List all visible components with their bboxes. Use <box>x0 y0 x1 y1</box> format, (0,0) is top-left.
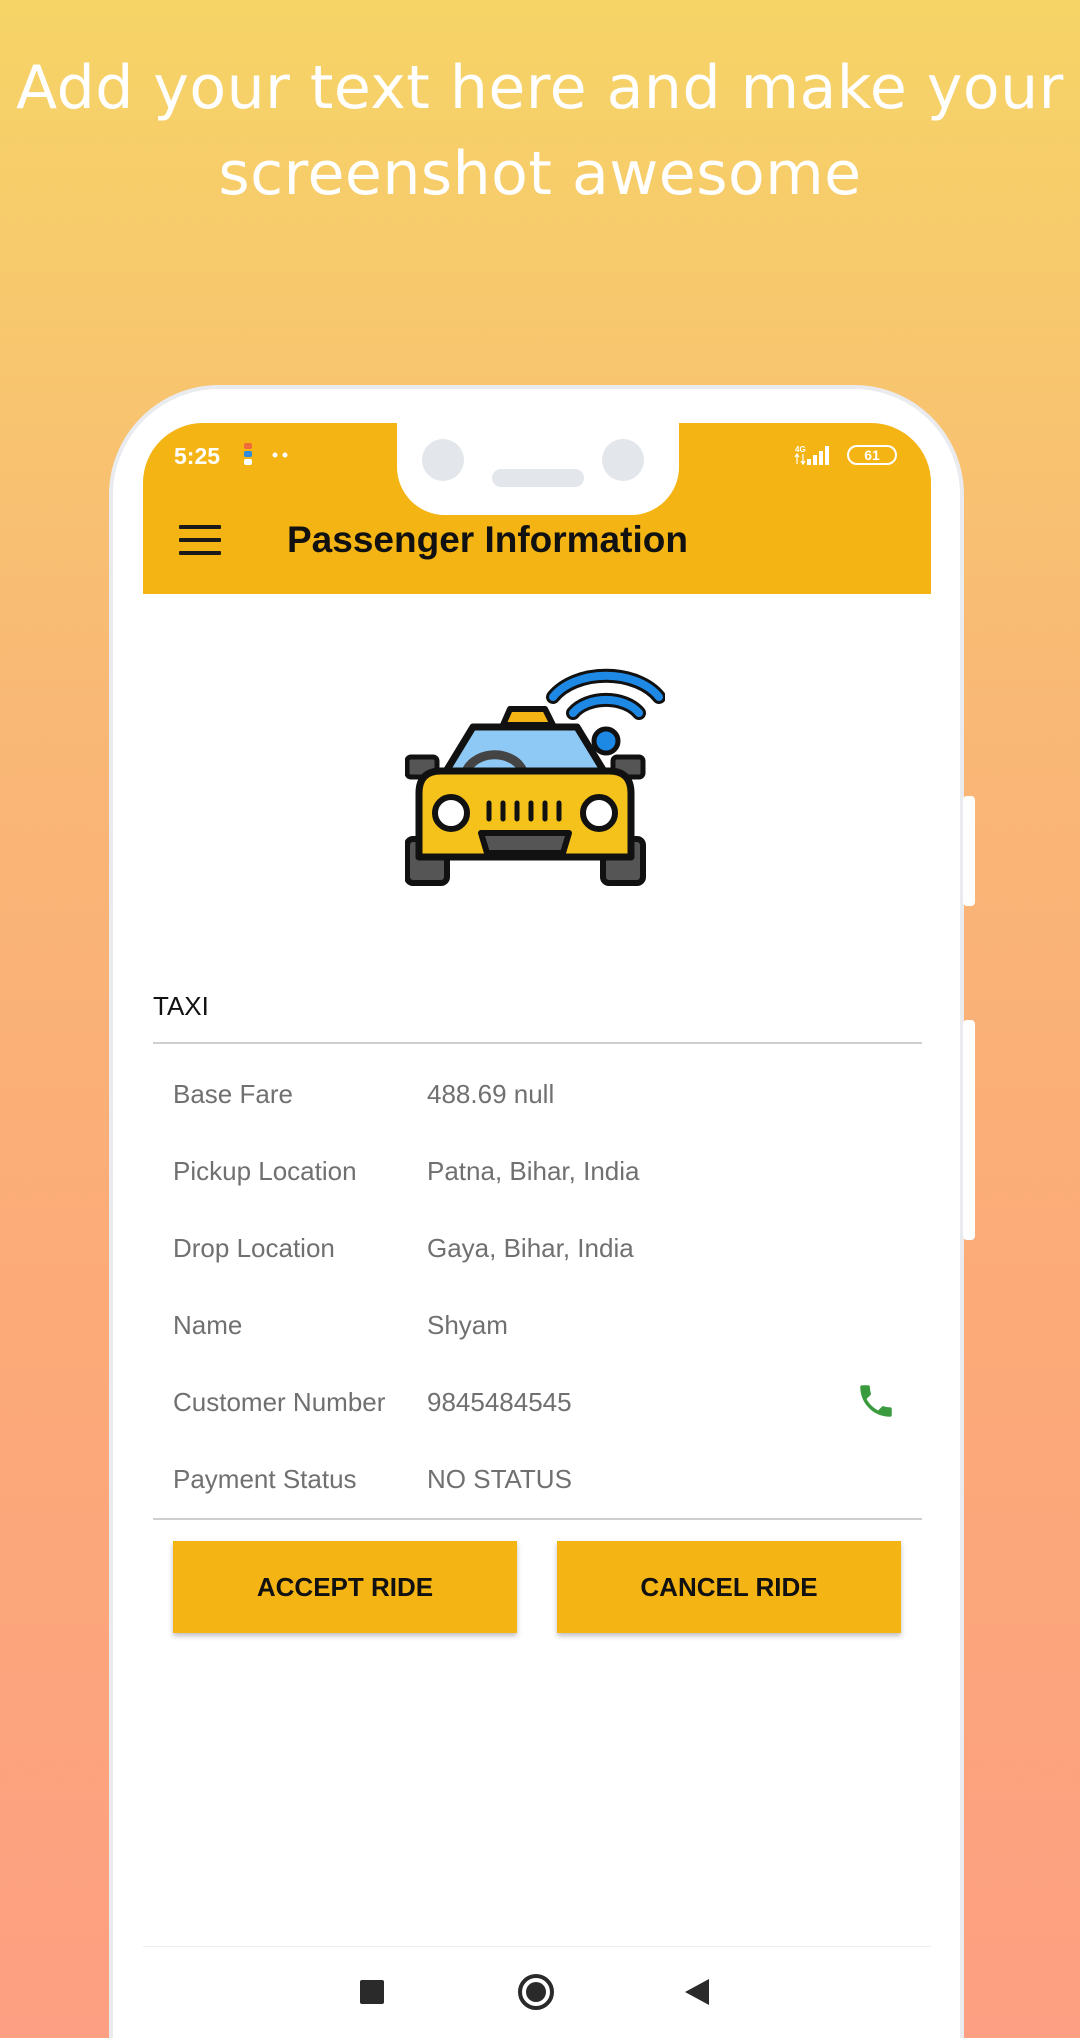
info-value: Gaya, Bihar, India <box>427 1233 634 1263</box>
status-time: 5:25 <box>174 443 221 469</box>
signal-4g-icon: 4G <box>794 445 829 466</box>
page-title: Passenger Information <box>287 519 688 560</box>
system-navigation-bar <box>143 1946 931 2038</box>
info-label: Customer Number <box>173 1387 386 1417</box>
front-camera <box>422 439 464 481</box>
divider <box>153 1042 922 1044</box>
earpiece-speaker <box>492 469 584 487</box>
vehicle-type-label: TAXI <box>153 991 209 1021</box>
info-row-payment-status: Payment Status NO STATUS <box>173 1464 913 1514</box>
info-value: 9845484545 <box>427 1387 572 1417</box>
info-row-base-fare: Base Fare 488.69 null <box>173 1079 913 1129</box>
app-notification-icon <box>244 443 252 465</box>
info-label: Payment Status <box>173 1464 357 1494</box>
call-phone-icon[interactable] <box>855 1380 897 1422</box>
phone-screen: 5:25 4G 61 Passenger Information TAXI Ba… <box>143 423 931 2038</box>
info-row-customer-number: Customer Number 9845484545 <box>173 1387 913 1437</box>
info-row-name: Name Shyam <box>173 1310 913 1360</box>
front-sensor <box>602 439 644 481</box>
phone-side-button <box>963 1020 975 1240</box>
info-label: Base Fare <box>173 1079 293 1109</box>
info-label: Drop Location <box>173 1233 335 1263</box>
divider <box>153 1518 922 1520</box>
taxi-car-icon <box>405 668 665 886</box>
status-notification-icons <box>241 443 297 465</box>
promo-headline-line2: screenshot awesome <box>218 139 862 209</box>
promo-headline: Add your text here and make your screens… <box>0 45 1080 217</box>
info-row-pickup-location: Pickup Location Patna, Bihar, India <box>173 1156 913 1206</box>
display-notch <box>397 423 679 515</box>
network-type: 4G <box>795 445 806 454</box>
battery-indicator: 61 <box>847 445 897 465</box>
back-triangle-icon[interactable] <box>683 1977 711 2007</box>
more-notifications-icon <box>272 452 288 458</box>
info-value: 488.69 null <box>427 1079 555 1109</box>
cancel-ride-button[interactable]: CANCEL RIDE <box>557 1541 901 1633</box>
promo-headline-line1: Add your text here and make your <box>16 53 1064 123</box>
info-row-drop-location: Drop Location Gaya, Bihar, India <box>173 1233 913 1283</box>
info-value: Shyam <box>427 1310 508 1340</box>
accept-ride-button[interactable]: ACCEPT RIDE <box>173 1541 517 1633</box>
info-value: NO STATUS <box>427 1464 572 1494</box>
home-circle-icon[interactable] <box>517 1973 555 2011</box>
status-system-icons: 4G 61 <box>791 443 897 467</box>
phone-side-button <box>963 796 975 906</box>
hamburger-menu-icon[interactable] <box>179 525 221 555</box>
info-label: Pickup Location <box>173 1156 357 1186</box>
recent-apps-square-icon[interactable] <box>359 1979 385 2005</box>
app-bar: 5:25 4G 61 Passenger Information <box>143 423 931 594</box>
info-value: Patna, Bihar, India <box>427 1156 640 1186</box>
info-label: Name <box>173 1310 243 1340</box>
